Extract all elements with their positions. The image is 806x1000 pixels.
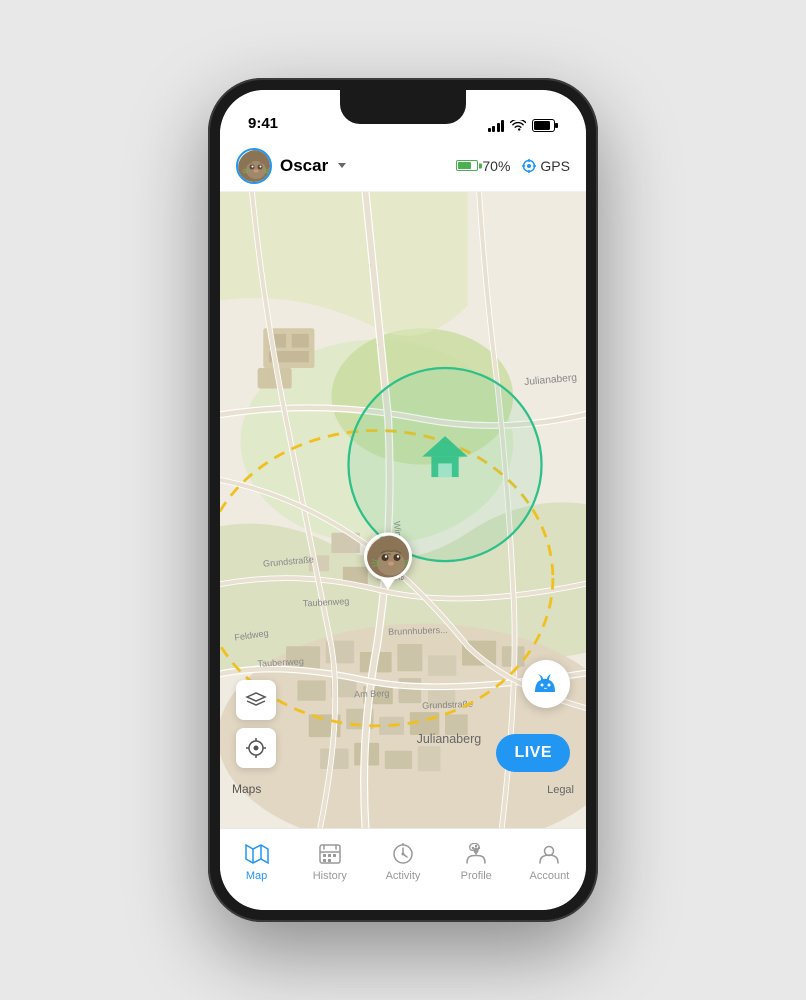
gps-status: GPS: [522, 158, 570, 174]
chevron-down-icon: [338, 163, 346, 168]
nav-label-profile: Profile: [461, 870, 492, 882]
nav-icon-account: [536, 841, 562, 867]
pet-avatar: [236, 148, 272, 184]
nav-item-history[interactable]: History: [293, 837, 366, 886]
svg-text:Julianaberg: Julianaberg: [417, 732, 482, 746]
pet-location-pin[interactable]: [364, 532, 412, 589]
cat-silhouette-icon: [531, 672, 561, 696]
battery-level-icon: [456, 160, 478, 171]
svg-text:Am Berg: Am Berg: [354, 688, 390, 699]
live-button[interactable]: LIVE: [496, 734, 570, 772]
nav-label-map: Map: [246, 870, 267, 882]
gps-label: GPS: [540, 158, 570, 174]
nav-label-activity: Activity: [386, 870, 421, 882]
gps-icon: [522, 159, 536, 173]
pet-name: Oscar: [280, 156, 328, 176]
maps-label: Maps: [232, 782, 261, 796]
nav-item-profile[interactable]: Profile: [440, 837, 513, 886]
battery-fill: [458, 162, 471, 169]
nav-label-account: Account: [530, 870, 570, 882]
legal-label: Legal: [547, 784, 574, 796]
layers-icon: [245, 689, 267, 711]
map-controls: [236, 680, 276, 768]
location-icon: [246, 738, 266, 758]
pet-selector[interactable]: Oscar: [236, 148, 346, 184]
nav-icon-activity: [390, 841, 416, 867]
battery-status: 70%: [456, 158, 510, 174]
signal-icon: [488, 120, 505, 132]
header: Oscar 70%: [220, 140, 586, 192]
nav-item-account[interactable]: Account: [513, 837, 586, 886]
location-button[interactable]: [236, 728, 276, 768]
nav-item-activity[interactable]: Activity: [366, 837, 439, 886]
battery-percent: 70%: [482, 158, 510, 174]
status-time: 9:41: [248, 115, 278, 132]
cat-tracking-button[interactable]: [522, 660, 570, 708]
nav-item-map[interactable]: Map: [220, 837, 293, 886]
nav-icon-profile: [463, 841, 489, 867]
phone-frame: 9:41: [208, 78, 598, 922]
wifi-icon: [510, 120, 526, 132]
phone-screen: 9:41: [220, 90, 586, 910]
nav-icon-history: [317, 841, 343, 867]
svg-text:Brunnhubers...: Brunnhubers...: [388, 625, 448, 637]
layers-button[interactable]: [236, 680, 276, 720]
header-status: 70% GPS: [456, 158, 570, 174]
nav-label-history: History: [313, 870, 347, 882]
status-icons: [488, 119, 559, 132]
notch: [340, 90, 466, 124]
bottom-nav: Map History: [220, 828, 586, 910]
battery-icon: [532, 119, 558, 132]
map-area[interactable]: Julianaberg Wimmerstraße Grundstraße Tau…: [220, 192, 586, 828]
nav-icon-map: [244, 841, 270, 867]
